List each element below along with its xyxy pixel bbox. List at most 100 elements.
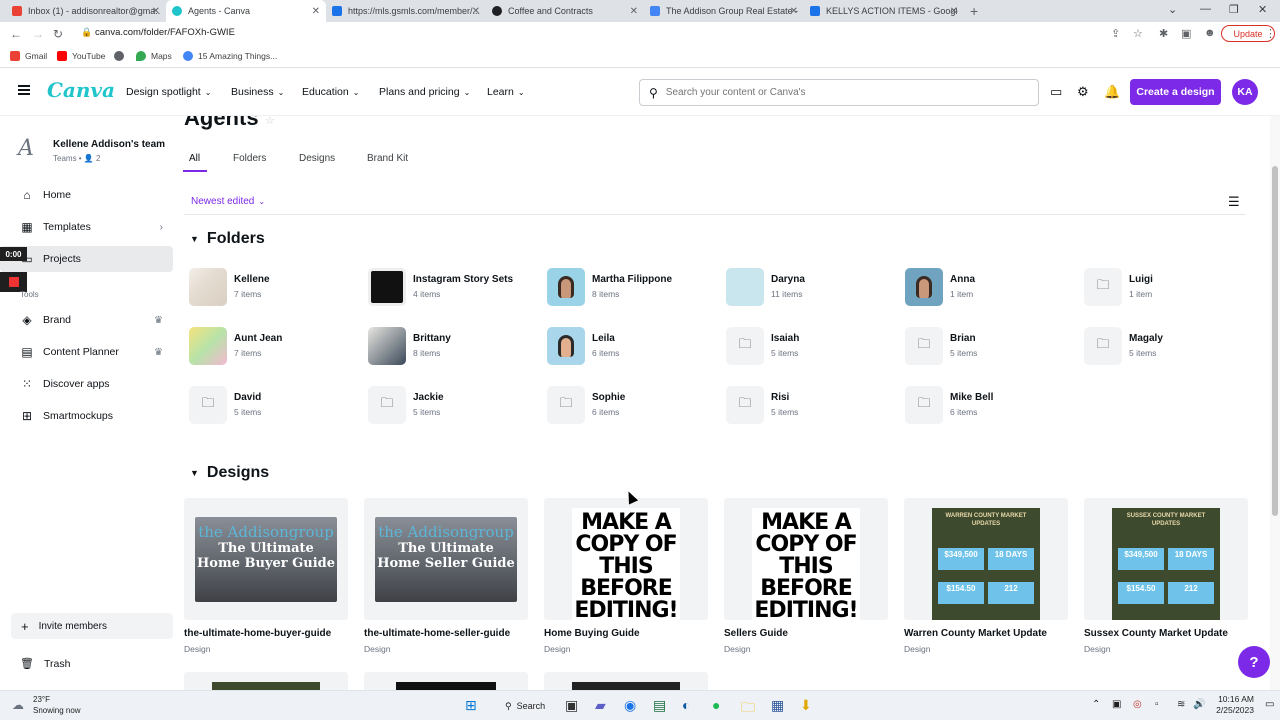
word-icon[interactable]: ▦: [771, 697, 784, 714]
bell-icon[interactable]: 🔔: [1104, 84, 1120, 100]
tab-brand-kit[interactable]: Brand Kit: [367, 153, 408, 164]
weather-widget[interactable]: 23°F Snowing now: [33, 694, 81, 716]
reload-icon[interactable]: ↻: [53, 27, 63, 41]
folder-item[interactable]: 🗀 Brian 5 items: [905, 327, 1075, 367]
profile-icon[interactable]: ☻: [1204, 27, 1216, 39]
list-view-icon[interactable]: ☰: [1228, 194, 1240, 210]
minimize-icon[interactable]: —: [1200, 3, 1211, 15]
bookmark-star-icon[interactable]: ☆: [1133, 27, 1143, 40]
sidebar-item-brand[interactable]: ◈ Brand ♛: [0, 307, 173, 333]
close-icon[interactable]: ✕: [152, 6, 160, 17]
folder-item[interactable]: Daryna 11 items: [726, 268, 896, 308]
nav-design-spotlight[interactable]: Design spotlight ⌄: [126, 86, 211, 98]
star-icon[interactable]: ☆: [265, 116, 275, 127]
sidebar-item-templates[interactable]: ▦ Templates ›: [0, 214, 173, 240]
new-tab-icon[interactable]: +: [970, 3, 978, 19]
avatar[interactable]: KA: [1232, 79, 1258, 105]
close-icon[interactable]: ✕: [790, 6, 798, 17]
edge-icon[interactable]: ◐: [682, 697, 690, 713]
tab-all[interactable]: All: [189, 153, 200, 164]
restore-icon[interactable]: ❐: [1229, 3, 1239, 16]
design-card-partial[interactable]: [184, 672, 348, 690]
excel-icon[interactable]: ▤: [653, 697, 666, 714]
sidebar-item-home[interactable]: ⌂ Home: [0, 182, 173, 208]
sidebar-item-discover-apps[interactable]: ⁙ Discover apps: [0, 371, 173, 397]
nav-learn[interactable]: Learn ⌄: [487, 86, 525, 98]
help-button[interactable]: ?: [1238, 646, 1270, 678]
wifi-icon[interactable]: ≋: [1177, 699, 1185, 710]
browser-tab[interactable]: KELLYS ACTION ITEMS - Google... ✕: [804, 0, 964, 22]
designs-section-header[interactable]: ▼ Designs: [190, 464, 269, 482]
folder-item[interactable]: Instagram Story Sets 4 items: [368, 268, 538, 308]
folder-item[interactable]: 🗀 Jackie 5 items: [368, 386, 538, 426]
folder-item[interactable]: Leila 6 items: [547, 327, 717, 367]
desktop-app-icon[interactable]: ▭: [1050, 84, 1062, 100]
folder-item[interactable]: 🗀 Isaiah 5 items: [726, 327, 896, 367]
sidebar-item-trash[interactable]: 🗑 Trash: [20, 657, 70, 671]
tab-folders[interactable]: Folders: [233, 153, 266, 164]
url-field[interactable]: canva.com/folder/FAFOXh-GWIE: [95, 27, 235, 38]
close-icon[interactable]: ✕: [472, 6, 480, 17]
hamburger-menu-icon[interactable]: [18, 85, 30, 95]
back-icon[interactable]: ←: [10, 27, 22, 41]
tray-app-icon[interactable]: ▫: [1155, 699, 1159, 710]
browser-tab-active[interactable]: Agents - Canva ✕: [166, 0, 326, 22]
folder-item[interactable]: 🗀 David 5 items: [189, 386, 359, 426]
chevron-up-icon[interactable]: ⌃: [1092, 699, 1100, 710]
sort-dropdown[interactable]: Newest edited ⌄: [191, 196, 265, 207]
chrome-icon[interactable]: ◉: [624, 697, 636, 714]
tray-sync-icon[interactable]: ◎: [1133, 699, 1142, 710]
share-icon[interactable]: ⇪: [1111, 27, 1120, 40]
design-card-partial[interactable]: [364, 672, 528, 690]
menu-dots-icon[interactable]: ⋮: [1265, 27, 1276, 40]
file-explorer-icon[interactable]: 🗀: [741, 697, 755, 721]
tab-search-icon[interactable]: ⌄: [1168, 3, 1177, 16]
close-window-icon[interactable]: ✕: [1258, 3, 1267, 16]
volume-icon[interactable]: 🔊: [1193, 699, 1205, 710]
chat-icon[interactable]: ▰: [595, 697, 606, 714]
bookmark-amazing-things[interactable]: 15 Amazing Things...: [183, 51, 277, 61]
folder-item[interactable]: Aunt Jean 7 items: [189, 327, 359, 367]
download-app-icon[interactable]: ⬇: [800, 697, 812, 714]
bookmark-gmail[interactable]: Gmail: [10, 51, 47, 61]
tray-app-icon[interactable]: ▣: [1112, 699, 1121, 710]
nav-business[interactable]: Business ⌄: [231, 86, 284, 98]
bookmark-maps[interactable]: Maps: [136, 51, 172, 61]
folder-item[interactable]: 🗀 Sophie 6 items: [547, 386, 717, 426]
folder-item[interactable]: Kellene 7 items: [189, 268, 359, 308]
spotify-icon[interactable]: ●: [712, 697, 720, 713]
folder-item[interactable]: 🗀 Risi 5 items: [726, 386, 896, 426]
scrollbar-thumb[interactable]: [1272, 166, 1278, 516]
browser-tab[interactable]: Inbox (1) - addisonrealtor@gma... ✕: [6, 0, 166, 22]
windows-start-icon[interactable]: ⊞: [465, 697, 477, 714]
folder-item[interactable]: 🗀 Luigi 1 item: [1084, 268, 1254, 308]
search-input[interactable]: [665, 87, 1006, 98]
sidepanel-icon[interactable]: ▣: [1181, 27, 1191, 40]
scrollbar[interactable]: [1270, 116, 1280, 690]
folder-item[interactable]: Brittany 8 items: [368, 327, 538, 367]
close-icon[interactable]: ✕: [312, 6, 320, 17]
browser-tab[interactable]: https://mls.gsmls.com/member/... ✕: [326, 0, 486, 22]
lock-icon[interactable]: 🔒: [81, 27, 92, 38]
folder-item[interactable]: 🗀 Mike Bell 6 items: [905, 386, 1075, 426]
task-view-icon[interactable]: ▣: [565, 697, 578, 714]
nav-education[interactable]: Education ⌄: [302, 86, 359, 98]
sidebar-item-content-planner[interactable]: ▤ Content Planner ♛: [0, 339, 173, 365]
canva-logo[interactable]: Canva: [47, 78, 115, 102]
close-icon[interactable]: ✕: [950, 6, 958, 17]
gear-icon[interactable]: ⚙: [1077, 84, 1089, 100]
taskbar-clock[interactable]: 10:16 AM 2/25/2023: [1212, 694, 1254, 716]
nav-plans-and-pricing[interactable]: Plans and pricing ⌄: [379, 86, 470, 98]
folders-section-header[interactable]: ▼ Folders: [190, 230, 265, 248]
notification-icon[interactable]: ▭: [1265, 699, 1274, 710]
team-switcher[interactable]: A Kellene Addison's team Teams • 👤 2: [18, 136, 165, 163]
forward-icon[interactable]: →: [32, 27, 44, 41]
tab-designs[interactable]: Designs: [299, 153, 335, 164]
invite-members-button[interactable]: + Invite members: [11, 613, 173, 639]
close-icon[interactable]: ✕: [630, 6, 638, 17]
sidebar-item-smartmockups[interactable]: ⊞ Smartmockups: [0, 403, 173, 429]
browser-tab[interactable]: Coffee and Contracts ✕: [486, 0, 644, 22]
folder-item[interactable]: 🗀 Magaly 5 items: [1084, 327, 1254, 367]
stop-recording-button[interactable]: [0, 272, 27, 292]
folder-item[interactable]: Anna 1 item: [905, 268, 1075, 308]
